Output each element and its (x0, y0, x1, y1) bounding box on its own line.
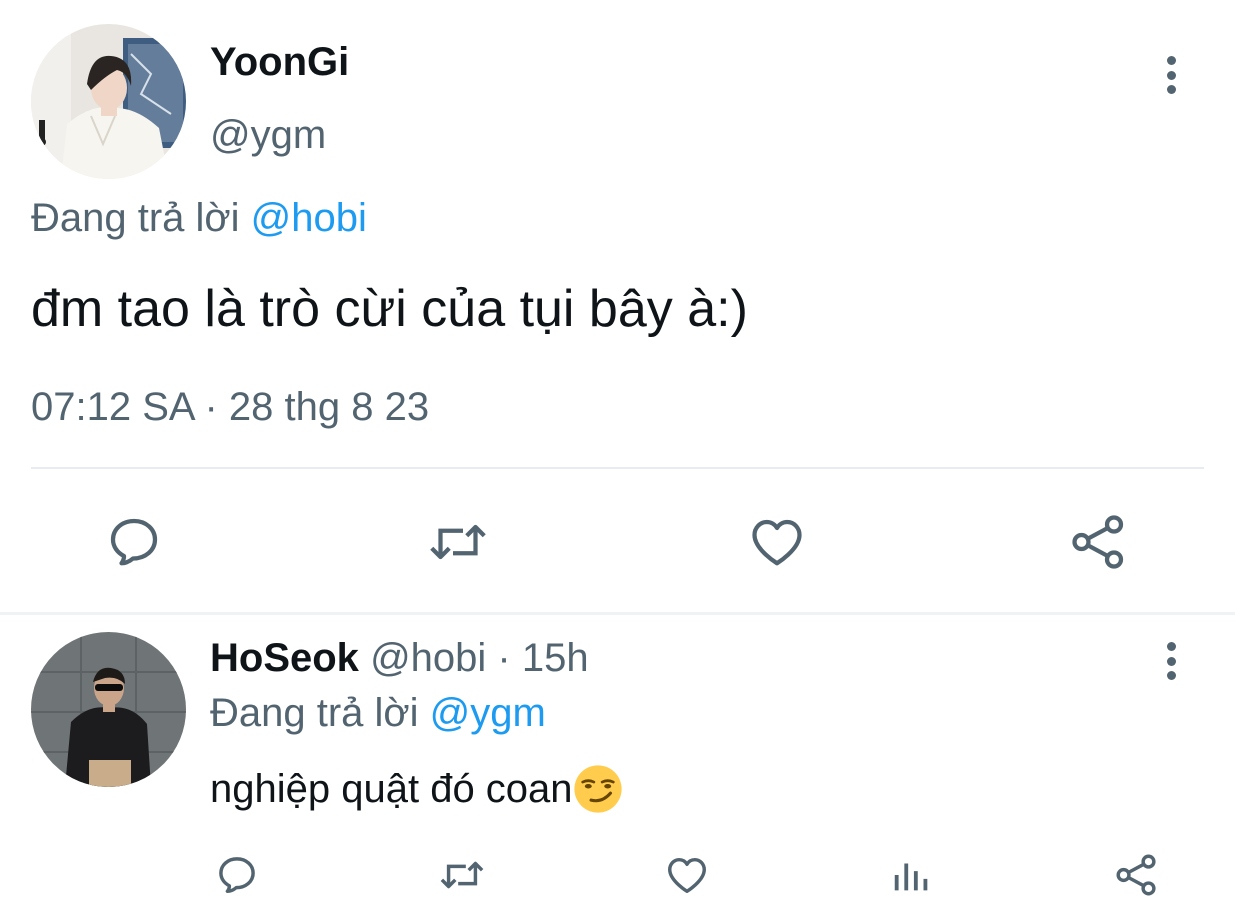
reply-button[interactable] (104, 512, 164, 572)
more-options-icon[interactable] (1161, 56, 1181, 94)
mention-link[interactable]: @ygm (430, 691, 546, 735)
replying-prefix: Đang trả lời (210, 691, 419, 735)
avatar[interactable] (31, 632, 186, 787)
author-name[interactable]: YoonGi (210, 40, 349, 85)
divider (31, 467, 1204, 469)
reply-button[interactable] (214, 852, 260, 898)
share-icon (1116, 854, 1156, 896)
share-button[interactable] (1113, 852, 1161, 898)
main-tweet: YoonGi @ygm Đang trả lời @hobi đm tao là… (0, 0, 1235, 612)
reply-header: HoSeok @hobi · 15h (210, 636, 589, 681)
tweet-text: nghiệp quật đó coan (210, 764, 623, 814)
analytics-button[interactable] (889, 852, 935, 898)
reply-icon (219, 857, 255, 894)
time-ago[interactable]: 15h (522, 636, 589, 680)
like-icon (668, 857, 706, 894)
author-name[interactable]: HoSeok (210, 636, 359, 680)
replying-prefix: Đang trả lời (31, 196, 240, 240)
retweet-icon (440, 861, 484, 889)
retweet-icon (430, 524, 486, 560)
avatar[interactable] (31, 24, 186, 179)
replying-to: Đang trả lời @ygm (210, 691, 546, 736)
more-options-icon[interactable] (1161, 642, 1181, 680)
tweet-timestamp[interactable]: 07:12 SA · 28 thg 8 23 (31, 385, 429, 430)
section-divider (0, 612, 1235, 615)
smirking-face-emoji-icon (573, 765, 622, 813)
tweet-text: đm tao là trò cừi của tụi bây à:) (31, 280, 748, 338)
like-button[interactable] (746, 512, 808, 572)
author-handle[interactable]: @hobi (370, 636, 486, 680)
replying-to: Đang trả lời @hobi (31, 196, 367, 241)
avatar-photo (31, 632, 186, 787)
share-icon (1072, 515, 1124, 569)
reply-icon (110, 518, 158, 566)
analytics-icon (894, 863, 928, 891)
like-icon (752, 519, 802, 566)
like-button[interactable] (663, 852, 711, 898)
share-button[interactable] (1068, 512, 1130, 572)
separator-dot: · (497, 636, 511, 680)
mention-link[interactable]: @hobi (251, 196, 367, 240)
avatar-photo (31, 24, 186, 179)
tweet-detail-page: YoonGi @ygm Đang trả lời @hobi đm tao là… (0, 0, 1235, 924)
retweet-button[interactable] (425, 512, 491, 572)
retweet-button[interactable] (436, 852, 488, 898)
tweet-text-body: nghiệp quật đó coan (210, 766, 573, 811)
author-handle[interactable]: @ygm (210, 113, 326, 158)
